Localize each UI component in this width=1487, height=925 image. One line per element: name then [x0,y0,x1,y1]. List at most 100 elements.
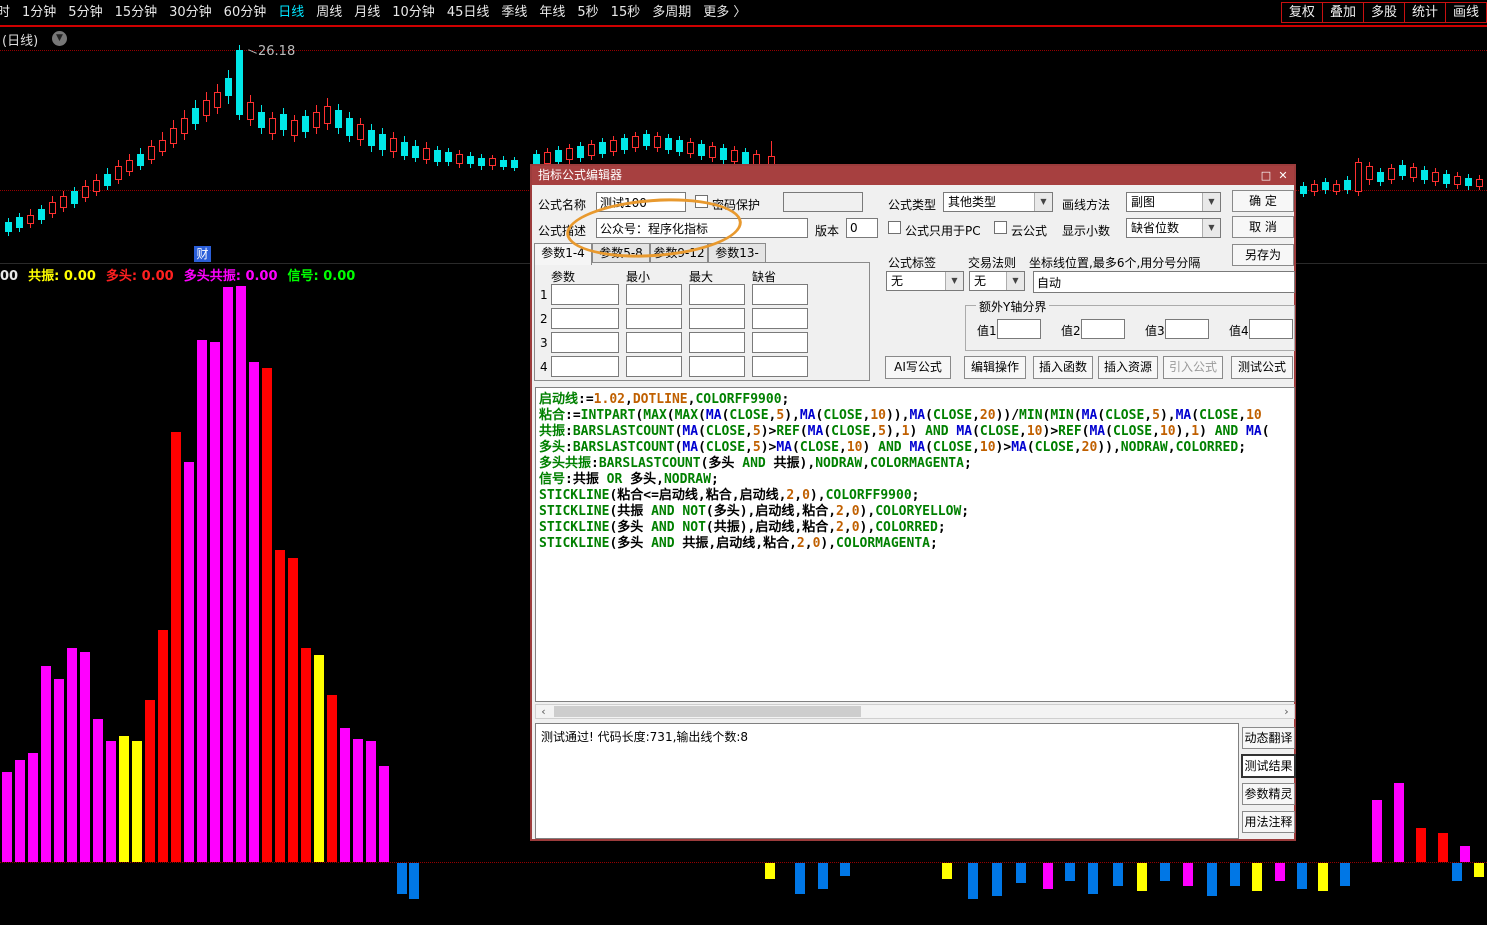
dialog-title-bar[interactable]: 指标公式编辑器 □ ✕ [532,166,1294,185]
tab-参数9-12[interactable]: 参数9-12 [650,243,708,263]
formula-code-editor[interactable]: 启动线:=1.02,DOTLINE,COLORFF9900;粘合:=INTPAR… [535,387,1295,702]
menu-item-15秒[interactable]: 15秒 [611,0,641,25]
y-value-input-3[interactable] [1165,319,1209,339]
menu-item-月线[interactable]: 月线 [354,0,380,25]
histogram-bar [1016,863,1026,883]
menu-item-季线[interactable]: 季线 [501,0,527,25]
menu-item-15分钟[interactable]: 15分钟 [115,0,158,25]
tab-参数13-16[interactable]: 参数13-16 [708,243,766,263]
param-input-r4c4[interactable] [752,356,808,377]
menu-item-周线[interactable]: 周线 [316,0,342,25]
formula-tag-dropdown[interactable]: 无 ▼ [886,271,964,291]
param-input-r4c3[interactable] [689,356,745,377]
chevron-down-icon[interactable]: ▼ [52,31,67,46]
scroll-left-icon[interactable]: ‹ [536,705,551,718]
cloud-formula-checkbox[interactable] [994,221,1007,234]
menu-item-45日线[interactable]: 45日线 [447,0,490,25]
button-测试结果[interactable]: 测试结果 [1242,755,1295,777]
formula-desc-label: 公式描述 [538,222,586,239]
param-row-number: 4 [540,360,548,374]
dropdown-arrow-icon[interactable]: ▼ [1034,193,1052,211]
menu-item-多周期[interactable]: 多周期 [652,0,691,25]
tab-参数1-4[interactable]: 参数1-4 [534,243,592,265]
scrollbar-thumb[interactable] [554,706,861,717]
pane-tag-badge[interactable]: 财 [194,246,211,262]
menu-item-1分钟[interactable]: 1分钟 [22,0,56,25]
param-input-r3c3[interactable] [689,332,745,353]
formula-name-label: 公式名称 [538,196,586,213]
button-测试公式[interactable]: 测试公式 [1231,356,1293,379]
histogram-bar [197,340,207,862]
param-input-r2c2[interactable] [626,308,682,329]
param-input-r4c1[interactable] [551,356,619,377]
histogram-bar [1394,783,1404,862]
candle-body [511,160,518,168]
button-编辑操作[interactable]: 编辑操作 [964,356,1026,379]
close-icon[interactable]: ✕ [1275,168,1291,183]
menu-item-30分钟[interactable]: 30分钟 [169,0,212,25]
menu-item-5分钟[interactable]: 5分钟 [68,0,102,25]
y-value-input-2[interactable] [1081,319,1125,339]
menu-item-年线[interactable]: 年线 [539,0,565,25]
param-input-r1c1[interactable] [551,284,619,305]
indicator-value-labels: 00共振: 0.00多头: 0.00多头共振: 0.00信号: 0.00 [0,265,365,284]
y-value-input-4[interactable] [1249,319,1293,339]
menu-item-clipped[interactable]: 分时 [0,0,10,25]
coord-line-input[interactable] [1033,271,1295,293]
y-value-label: 值2 [1061,322,1081,339]
decimals-label: 显示小数 [1062,222,1110,239]
button-另存为[interactable]: 另存为 [1232,244,1294,266]
param-input-r3c2[interactable] [626,332,682,353]
password-protect-checkbox[interactable] [695,195,708,208]
button-插入资源[interactable]: 插入资源 [1098,356,1158,379]
dropdown-arrow-icon[interactable]: ▼ [1202,193,1220,211]
param-input-r3c1[interactable] [551,332,619,353]
param-input-r4c2[interactable] [626,356,682,377]
param-input-r2c4[interactable] [752,308,808,329]
version-input[interactable] [846,218,878,238]
param-input-r3c4[interactable] [752,332,808,353]
y-value-input-1[interactable] [997,319,1041,339]
histogram-bar [145,700,155,862]
decimals-dropdown[interactable]: 缺省位数 ▼ [1126,218,1221,238]
param-input-r1c3[interactable] [689,284,745,305]
button-AI写公式[interactable]: AI写公式 [885,356,951,379]
button-用法注释[interactable]: 用法注释 [1242,811,1295,833]
formula-type-dropdown[interactable]: 其他类型 ▼ [943,192,1053,212]
histogram-bar [1460,846,1470,862]
menu-box-画线[interactable]: 画线 [1445,2,1487,23]
pc-only-checkbox[interactable] [888,221,901,234]
button-取消[interactable]: 取 消 [1232,216,1294,238]
histogram-bar [171,432,181,862]
menu-box-统计[interactable]: 统计 [1404,2,1445,23]
dropdown-arrow-icon[interactable]: ▼ [1006,272,1024,290]
menu-item-5秒[interactable]: 5秒 [577,0,598,25]
menu-box-多股[interactable]: 多股 [1363,2,1404,23]
horizontal-scrollbar[interactable]: ‹ › [535,704,1295,719]
button-插入函数[interactable]: 插入函数 [1033,356,1093,379]
formula-desc-input[interactable] [596,218,808,238]
menu-item-60分钟[interactable]: 60分钟 [224,0,267,25]
menu-box-复权[interactable]: 复权 [1281,2,1322,23]
param-input-r2c1[interactable] [551,308,619,329]
menu-item-更多 〉[interactable]: 更多 〉 [703,0,746,25]
param-input-r1c2[interactable] [626,284,682,305]
param-input-r1c4[interactable] [752,284,808,305]
menu-item-日线[interactable]: 日线 [278,0,304,25]
param-input-r2c3[interactable] [689,308,745,329]
dropdown-arrow-icon[interactable]: ▼ [1202,219,1220,237]
menu-box-叠加[interactable]: 叠加 [1322,2,1363,23]
button-参数精灵[interactable]: 参数精灵 [1242,783,1295,805]
trade-rule-dropdown[interactable]: 无 ▼ [969,271,1025,291]
draw-method-dropdown[interactable]: 副图 ▼ [1126,192,1221,212]
tab-参数5-8[interactable]: 参数5-8 [592,243,650,263]
menu-item-10分钟[interactable]: 10分钟 [392,0,435,25]
scroll-right-icon[interactable]: › [1279,705,1294,718]
candle-body [555,150,562,162]
menu-right-group: 复权叠加多股统计画线 [1281,0,1487,25]
button-动态翻译[interactable]: 动态翻译 [1242,727,1295,749]
formula-name-input[interactable] [596,192,686,212]
button-确定[interactable]: 确 定 [1232,190,1294,212]
dropdown-arrow-icon[interactable]: ▼ [945,272,963,290]
maximize-icon[interactable]: □ [1258,168,1274,183]
